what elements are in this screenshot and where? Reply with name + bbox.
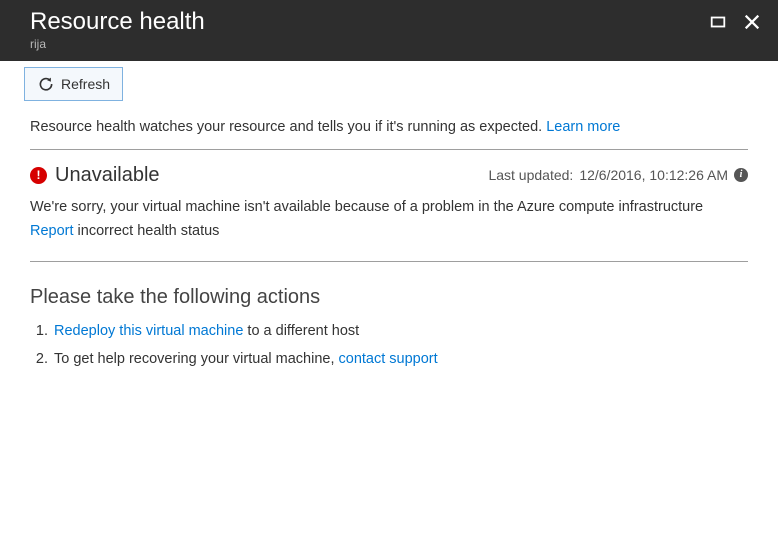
status-description: We're sorry, your virtual machine isn't … [30, 197, 748, 217]
action-item-1: Redeploy this virtual machine to a diffe… [52, 323, 748, 339]
report-link[interactable]: Report [30, 223, 74, 239]
last-updated: Last updated: 12/6/2016, 10:12:26 AM i [488, 167, 748, 183]
report-line: Report incorrect health status [30, 223, 748, 262]
maximize-button[interactable] [708, 12, 728, 32]
header-controls [708, 8, 762, 32]
intro-text: Resource health watches your resource an… [30, 119, 748, 150]
last-updated-prefix: Last updated: [488, 167, 573, 183]
learn-more-link[interactable]: Learn more [546, 119, 620, 135]
report-rest: incorrect health status [74, 223, 220, 239]
command-bar: Refresh [0, 61, 778, 107]
actions-title: Please take the following actions [30, 286, 748, 309]
redeploy-link[interactable]: Redeploy this virtual machine [54, 323, 243, 339]
header-titles: Resource health rija [30, 8, 205, 51]
maximize-icon [709, 13, 727, 31]
blade-header: Resource health rija [0, 0, 778, 61]
status-row: ! Unavailable Last updated: 12/6/2016, 1… [30, 164, 748, 187]
action-item-2: To get help recovering your virtual mach… [52, 351, 748, 367]
refresh-icon [37, 75, 55, 93]
last-updated-value: 12/6/2016, 10:12:26 AM [579, 167, 728, 183]
content: Resource health watches your resource an… [0, 107, 778, 391]
contact-support-link[interactable]: contact support [339, 351, 438, 367]
page-title: Resource health [30, 8, 205, 37]
refresh-label: Refresh [61, 76, 110, 92]
info-icon[interactable]: i [734, 168, 748, 182]
status-left: ! Unavailable [30, 164, 160, 187]
close-icon [743, 13, 761, 31]
status-label: Unavailable [55, 164, 160, 187]
page-subtitle: rija [30, 37, 205, 51]
refresh-button[interactable]: Refresh [24, 67, 123, 101]
close-button[interactable] [742, 12, 762, 32]
actions-list: Redeploy this virtual machine to a diffe… [30, 323, 748, 367]
error-icon: ! [30, 167, 47, 184]
